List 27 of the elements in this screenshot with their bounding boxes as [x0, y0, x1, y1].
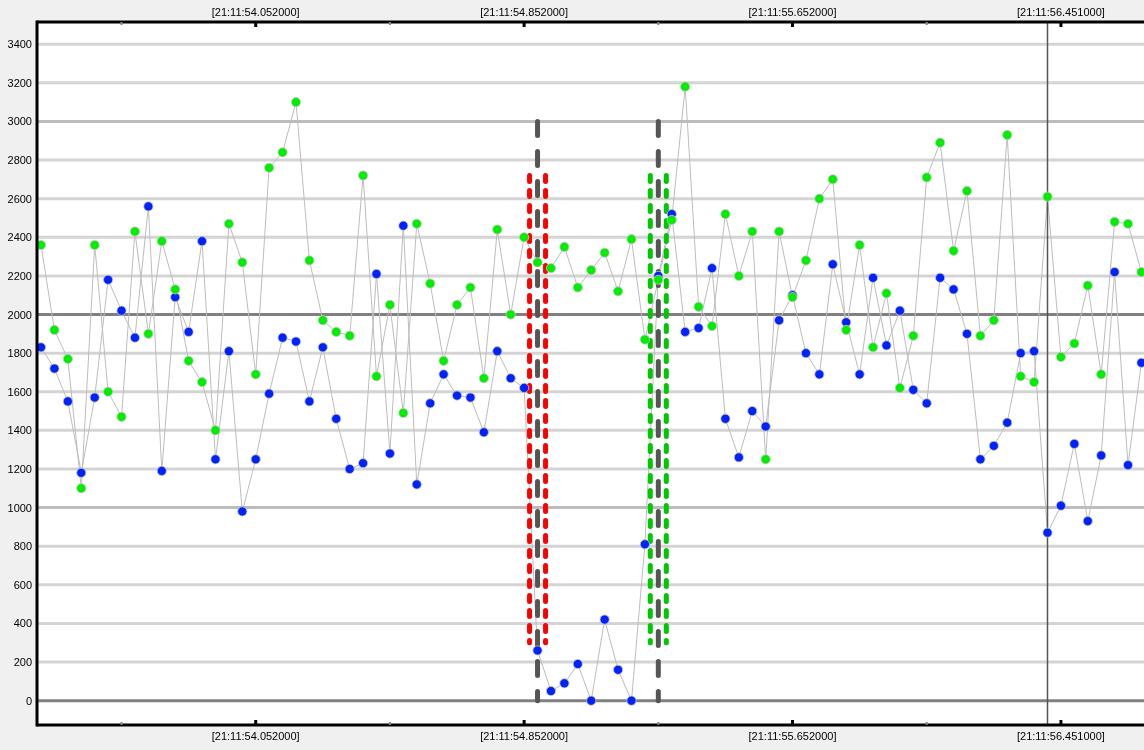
x-axis-label: [21:11:54.052000] [211, 730, 300, 742]
y-axis-label: 2400 [7, 231, 32, 244]
cursor-line[interactable] [1046, 21, 1049, 726]
y-axis-label: 3400 [7, 38, 32, 51]
y-axis-label: 400 [13, 617, 32, 630]
x-axis-label: [21:11:54.852000] [480, 6, 569, 18]
x-axis-label: [21:11:56.451000] [1016, 730, 1105, 742]
y-axis-label: 2200 [7, 269, 32, 282]
x-axis-label: [21:11:55.652000] [748, 730, 837, 742]
y-axis-label: 1000 [7, 501, 32, 514]
y-axis-label: 200 [13, 656, 32, 669]
y-axis-label: 600 [13, 578, 32, 591]
y-axis-label: 2000 [7, 308, 32, 321]
y-axis-label: 1200 [7, 463, 32, 475]
y-axis-label: 2600 [7, 192, 32, 205]
y-axis-label: 0 [25, 694, 32, 707]
y-axis-label: 800 [13, 540, 32, 553]
y-axis-label: 1400 [7, 424, 32, 437]
x-axis-label: [21:11:54.052000] [211, 6, 300, 18]
y-axis-label: 3000 [7, 115, 32, 128]
x-axis-label: [21:11:55.652000] [748, 6, 837, 18]
x-axis-label: [21:11:56.451000] [1016, 6, 1105, 18]
y-axis-label: 1800 [7, 347, 32, 360]
y-axis-label: 3200 [7, 76, 32, 89]
y-axis-label: 2800 [7, 154, 32, 167]
x-axis-label: [21:11:54.852000] [480, 730, 569, 742]
y-axis-label: 1600 [7, 385, 32, 398]
